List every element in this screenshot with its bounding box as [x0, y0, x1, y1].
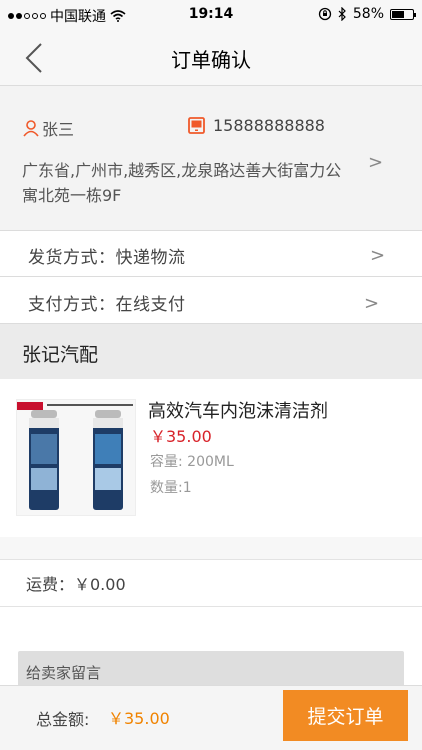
bluetooth-icon — [338, 7, 346, 21]
recipient-phone: 15888888888 — [188, 116, 325, 135]
store-header: 张记汽配 — [0, 324, 422, 379]
total-amount: ￥35.00 — [108, 709, 170, 728]
shipping-fee: 运费：￥0.00 — [26, 575, 126, 594]
battery-level — [392, 10, 404, 18]
checkout-footer: 总金额: ￥35.00 提交订单 — [0, 685, 422, 750]
person-icon — [23, 120, 39, 137]
battery-icon — [390, 8, 416, 20]
status-bar: 中国联通 19:14 58% — [0, 0, 422, 30]
address-detail: 广东省,广州市,越秀区,龙泉路达善大街富力公寓北苑一栋9F — [22, 161, 342, 205]
delivery-method-label: 发货方式：快递物流 — [28, 248, 186, 268]
recipient: 张三 — [22, 116, 74, 140]
shipping-fee-row: 运费：￥0.00 — [0, 560, 422, 607]
seller-message-placeholder: 给卖家留言 — [26, 664, 102, 682]
address-card[interactable]: 张三 15888888888 广东省,广州市,越秀区,龙泉路达善大街富力公寓北苑… — [0, 86, 422, 231]
chevron-right-icon: > — [364, 293, 380, 314]
chevron-right-icon: > — [368, 152, 384, 173]
product-title: 高效汽车内泡沫清洁剂 — [148, 401, 328, 422]
message-section: 给卖家留言 — [0, 607, 422, 695]
product-price: ￥35.00 — [150, 427, 212, 446]
product-item[interactable]: 高效汽车内泡沫清洁剂 ￥35.00 容量: 200ML 数量:1 — [0, 379, 422, 538]
battery-percent: 58% — [352, 6, 384, 22]
chevron-right-icon: > — [370, 245, 386, 266]
rotation-lock-icon — [318, 7, 332, 21]
submit-order-button[interactable]: 提交订单 — [283, 690, 408, 741]
phone-icon — [188, 117, 205, 134]
section-divider — [0, 537, 422, 560]
page-title: 订单确认 — [171, 48, 251, 72]
recipient-name: 张三 — [42, 120, 75, 139]
nav-bar: 订单确认 — [0, 30, 422, 86]
payment-method-label: 支付方式：在线支付 — [28, 295, 186, 315]
total-label: 总金额: — [36, 710, 90, 729]
product-quantity: 数量:1 — [150, 480, 192, 496]
status-right: 58% — [318, 6, 416, 22]
product-spec: 容量: 200ML — [150, 454, 234, 470]
payment-method-row[interactable]: 支付方式：在线支付 > — [0, 278, 422, 324]
delivery-method-row[interactable]: 发货方式：快递物流 > — [0, 231, 422, 277]
phone-number: 15888888888 — [213, 116, 325, 135]
product-image — [16, 399, 136, 516]
store-name: 张记汽配 — [22, 344, 99, 366]
